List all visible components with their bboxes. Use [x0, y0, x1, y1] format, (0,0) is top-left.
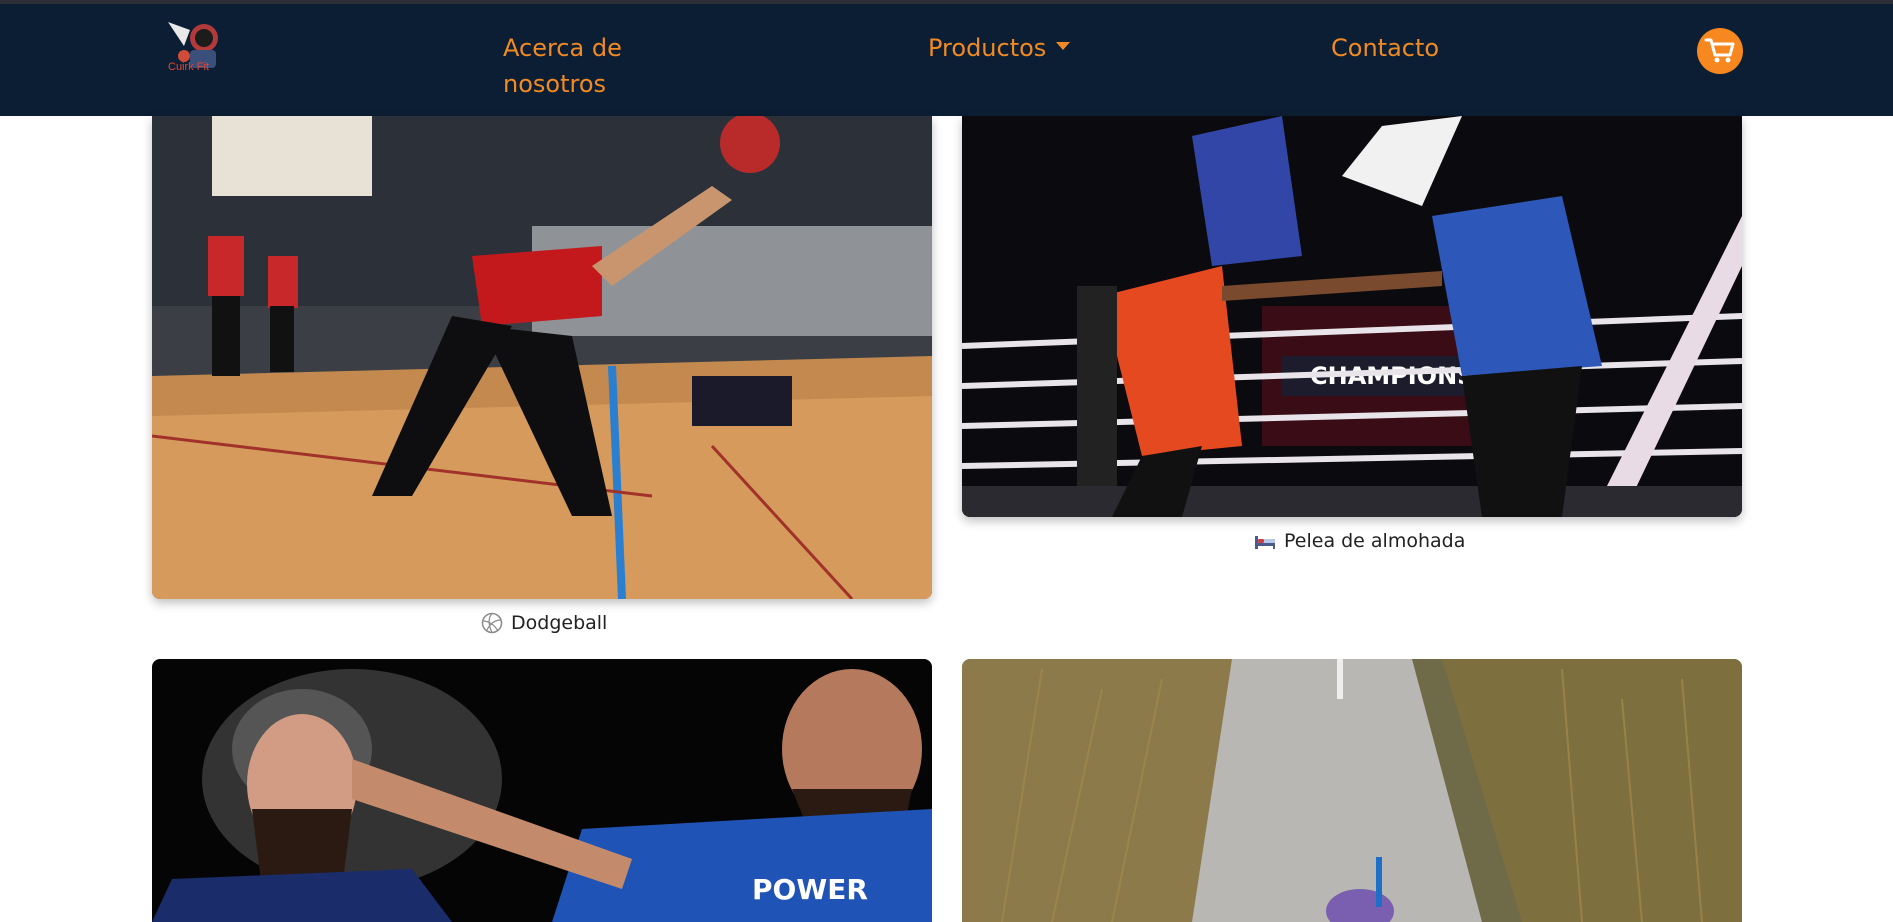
chevron-down-icon: [1056, 42, 1071, 50]
navbar: Cuirk Fit Acerca de nosotros Productos C…: [0, 0, 1893, 116]
nav-products-dropdown[interactable]: Productos: [928, 30, 1071, 66]
volleyball-icon: [481, 612, 503, 634]
slap-fight-photo: POWER: [152, 659, 932, 922]
product-image-bog-snorkelling[interactable]: [962, 659, 1742, 922]
caption-dodgeball: Dodgeball: [481, 612, 607, 634]
dodgeball-photo: [152, 116, 932, 599]
product-image-slap-fight[interactable]: POWER: [152, 659, 932, 922]
jersey-text: POWER: [752, 873, 868, 906]
product-image-pillow-fight[interactable]: CHAMPIONSHIP: [962, 116, 1742, 517]
cart-button[interactable]: [1697, 28, 1743, 74]
pillow-fight-photo: CHAMPIONSHIP: [962, 116, 1742, 517]
product-image-dodgeball[interactable]: [152, 116, 932, 599]
brand-logo[interactable]: Cuirk Fit: [160, 16, 226, 76]
bed-icon: [1255, 536, 1275, 549]
caption-text: Pelea de almohada: [1284, 530, 1466, 552]
logo-wordmark: Cuirk Fit: [168, 61, 209, 73]
caption-pillow-fight: Pelea de almohada: [1254, 530, 1465, 552]
nav-products-label: Productos: [928, 34, 1047, 62]
bog-snorkelling-photo: [962, 659, 1742, 922]
nav-contact-link[interactable]: Contacto: [1331, 30, 1439, 66]
nav-about-link[interactable]: Acerca de nosotros: [503, 30, 653, 102]
caption-text: Dodgeball: [511, 612, 608, 634]
shopping-cart-icon: [1704, 38, 1735, 63]
